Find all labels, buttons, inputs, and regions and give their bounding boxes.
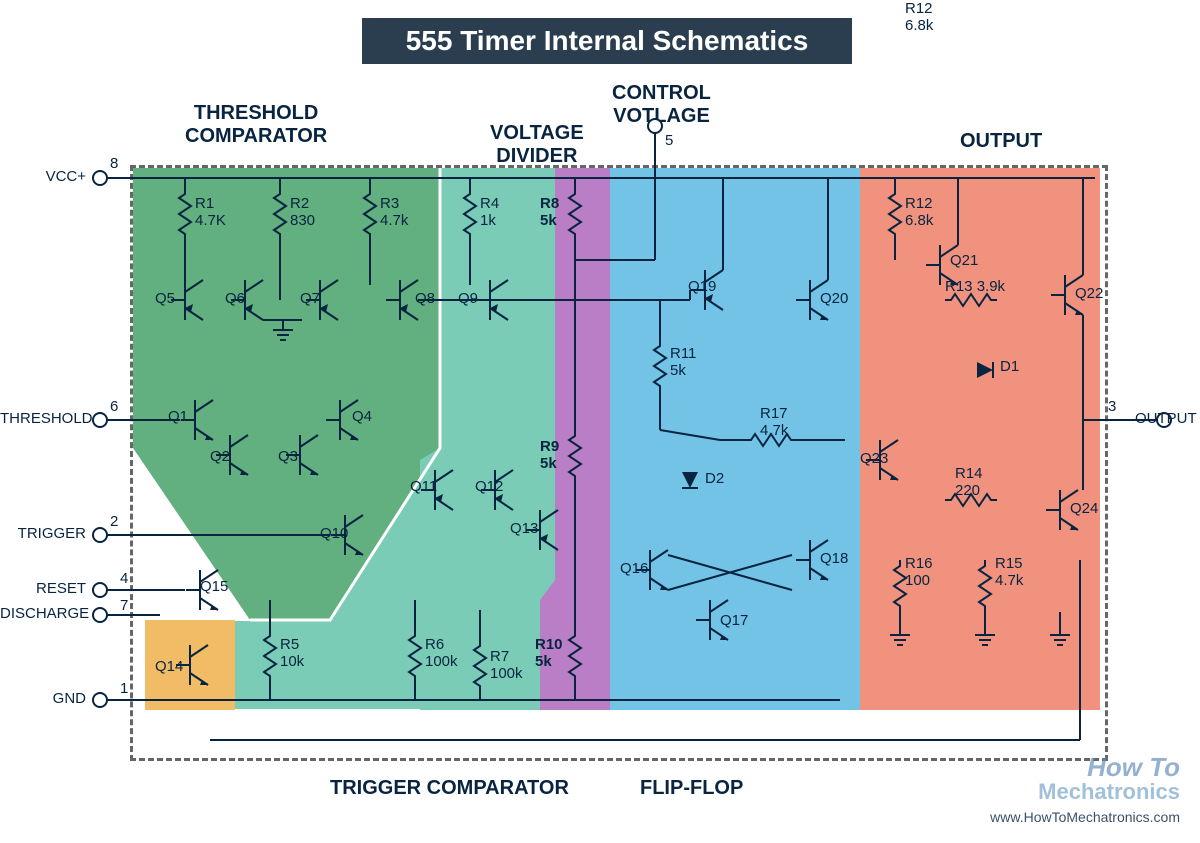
label-Q10: Q10 bbox=[320, 525, 348, 542]
label-Q20: Q20 bbox=[820, 290, 848, 307]
label-R15: R15 4.7k bbox=[995, 555, 1023, 590]
pin-num-6: 6 bbox=[110, 398, 118, 415]
pin-label-reset: RESET bbox=[10, 580, 86, 597]
label-D1: D1 bbox=[1000, 358, 1019, 375]
pin-num-4: 4 bbox=[120, 570, 128, 587]
watermark-url: www.HowToMechatronics.com bbox=[990, 809, 1180, 825]
resistor-R7 bbox=[474, 640, 486, 692]
pin-label-output: OUTPUT bbox=[1135, 410, 1200, 427]
terminal-threshold bbox=[92, 412, 108, 428]
resistor-R3 bbox=[364, 188, 376, 240]
pin-label-discharge: DISCHARGE bbox=[0, 605, 86, 622]
label-Q8: Q8 bbox=[415, 290, 435, 307]
label-Q23: Q23 bbox=[860, 450, 888, 467]
label-R17: R17 4.7k bbox=[760, 405, 788, 440]
label-Q16: Q16 bbox=[620, 560, 648, 577]
pin-label-gnd: GND bbox=[10, 690, 86, 707]
label-Q13: Q13 bbox=[510, 520, 538, 537]
label-R14: R14 220 bbox=[955, 465, 983, 500]
label-Q15: Q15 bbox=[200, 578, 228, 595]
label-Q2: Q2 bbox=[210, 448, 230, 465]
terminal-vcc bbox=[92, 170, 108, 186]
label-Q22: Q22 bbox=[1075, 285, 1103, 302]
label-R3: R3 4.7k bbox=[380, 195, 408, 230]
diode-D2 bbox=[682, 472, 698, 488]
label-D2: D2 bbox=[705, 470, 724, 487]
label-R6: R6 100k bbox=[425, 636, 458, 671]
label-Q17: Q17 bbox=[720, 612, 748, 629]
label-Q18: Q18 bbox=[820, 550, 848, 567]
label-Q12: Q12 bbox=[475, 478, 503, 495]
label-Q5: Q5 bbox=[155, 290, 175, 307]
label-Q24: Q24 bbox=[1070, 500, 1098, 517]
label-Q19: Q19 bbox=[688, 278, 716, 295]
resistor-R2 bbox=[274, 188, 286, 240]
label-Q4: Q4 bbox=[352, 408, 372, 425]
label-R1: R1 4.7K bbox=[195, 195, 226, 230]
resistor-R12 bbox=[889, 188, 901, 240]
label-R12: R12 6.8k bbox=[905, 0, 933, 35]
watermark-mechatronics: Mechatronics bbox=[1038, 779, 1180, 805]
terminal-trigger bbox=[92, 527, 108, 543]
resistor-R15 bbox=[979, 560, 991, 612]
pin-label-vcc: VCC+ bbox=[10, 168, 86, 185]
resistor-R5 bbox=[264, 630, 276, 682]
resistor-R9 bbox=[569, 430, 581, 482]
label-Q21: Q21 bbox=[950, 252, 978, 269]
resistor-R8 bbox=[569, 188, 581, 240]
label-Q9: Q9 bbox=[458, 290, 478, 307]
pin-num-7: 7 bbox=[120, 597, 128, 614]
label-R10: R10 5k bbox=[535, 636, 563, 671]
label-R12b: R12 6.8k bbox=[905, 195, 933, 230]
pin-num-1: 1 bbox=[120, 680, 128, 697]
label-R5: R5 10k bbox=[280, 636, 304, 671]
transistor-Q8 bbox=[386, 280, 418, 320]
label-R13: R13 3.9k bbox=[945, 278, 1005, 295]
label-R2: R2 830 bbox=[290, 195, 315, 230]
diode-D1 bbox=[977, 362, 993, 378]
pin-num-2: 2 bbox=[110, 513, 118, 530]
pin-label-trigger: TRIGGER bbox=[10, 525, 86, 542]
transistor-Q5 bbox=[171, 280, 203, 320]
label-Q1: Q1 bbox=[168, 408, 188, 425]
label-R4: R4 1k bbox=[480, 195, 499, 230]
label-Q7: Q7 bbox=[300, 290, 320, 307]
label-Q3: Q3 bbox=[278, 448, 298, 465]
terminal-discharge bbox=[92, 607, 108, 623]
label-R8: R8 5k bbox=[540, 195, 559, 230]
label-R9: R9 5k bbox=[540, 438, 559, 473]
label-Q14: Q14 bbox=[155, 658, 183, 675]
pin-num-3: 3 bbox=[1108, 398, 1116, 415]
resistor-R4 bbox=[464, 188, 476, 240]
label-Q6: Q6 bbox=[225, 290, 245, 307]
pin-num-8: 8 bbox=[110, 155, 118, 172]
resistor-R1 bbox=[179, 188, 191, 240]
terminal-gnd bbox=[92, 692, 108, 708]
pin-label-threshold: THRESHOLD bbox=[0, 410, 86, 427]
label-R16: R16 100 bbox=[905, 555, 933, 590]
resistor-R13 bbox=[945, 294, 997, 306]
label-R11: R11 5k bbox=[670, 345, 696, 380]
resistor-R11 bbox=[654, 340, 666, 392]
resistor-R6 bbox=[409, 630, 421, 682]
stage: 555 Timer Internal Schematics THRESHOLD … bbox=[0, 0, 1200, 843]
pin-num-5: 5 bbox=[665, 132, 673, 149]
label-R7: R7 100k bbox=[490, 648, 523, 683]
terminal-reset bbox=[92, 582, 108, 598]
terminal-control bbox=[647, 118, 663, 134]
label-Q11: Q11 bbox=[410, 478, 437, 495]
resistor-R10 bbox=[569, 630, 581, 682]
